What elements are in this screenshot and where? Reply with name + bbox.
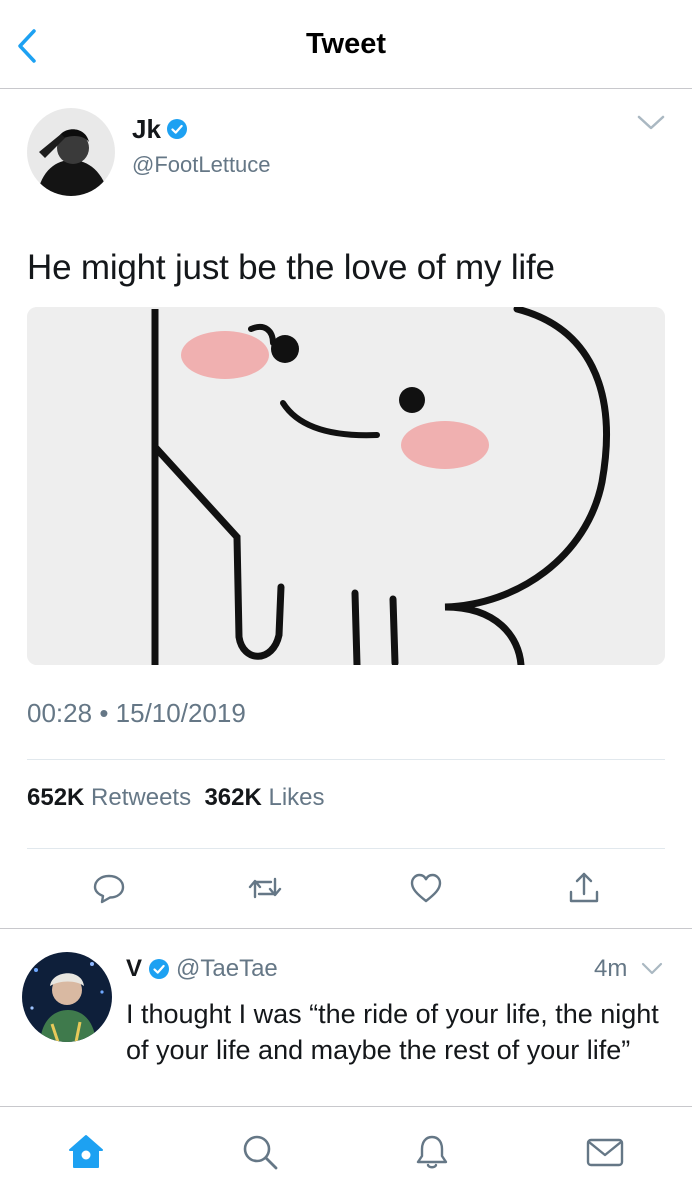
tweet-media-image[interactable] [27, 307, 665, 665]
tweet-stats: 652K Retweets 362K Likes [27, 784, 325, 812]
retweets-count: 652K [27, 784, 85, 811]
author-handle[interactable]: @FootLettuce [132, 152, 271, 178]
reply-header: V @TaeTae [126, 953, 278, 985]
nav-bar: Tweet [0, 0, 692, 89]
section-separator [0, 928, 692, 929]
tweet-text: He might just be the love of my life [27, 248, 555, 287]
likes-count: 362K [204, 784, 262, 811]
retweets-label: Retweets [91, 784, 192, 811]
divider [27, 848, 665, 849]
likes-stat[interactable]: 362K Likes [204, 784, 324, 811]
search-icon [243, 1135, 278, 1170]
page-title: Tweet [305, 28, 387, 60]
tweet-time: 00:28 [27, 698, 93, 728]
retweets-stat[interactable]: 652K Retweets [27, 784, 191, 811]
tweet-options-button[interactable] [636, 112, 666, 134]
likes-label: Likes [268, 784, 325, 811]
retweet-button[interactable] [247, 870, 283, 906]
reply-author-name[interactable]: V [126, 955, 142, 983]
chevron-down-icon [641, 962, 663, 975]
messages-icon [586, 1138, 624, 1167]
tab-messages[interactable] [585, 1132, 625, 1172]
home-icon [69, 1135, 103, 1168]
reply-icon [93, 874, 125, 904]
author-name-row: Jk [132, 112, 188, 146]
tab-search[interactable] [240, 1132, 280, 1172]
tab-home[interactable] [66, 1132, 106, 1172]
share-icon [569, 872, 599, 903]
chevron-down-icon [637, 115, 665, 130]
verified-badge-icon [149, 959, 170, 979]
share-button[interactable] [566, 870, 602, 906]
retweet-icon [248, 877, 282, 899]
tweet-timestamp: 00:28 • 15/10/2019 [27, 698, 246, 729]
timestamp-separator: • [99, 698, 109, 728]
tweet-date: 15/10/2019 [115, 698, 246, 728]
reply-author-avatar[interactable] [22, 952, 112, 1042]
reply-options-button[interactable] [640, 960, 664, 978]
reply-button[interactable] [91, 870, 127, 906]
notifications-icon [416, 1135, 448, 1169]
author-avatar[interactable] [27, 108, 115, 196]
reply-time: 4m [594, 955, 628, 982]
like-button[interactable] [408, 870, 444, 906]
divider [27, 759, 665, 760]
tab-notifications[interactable] [412, 1132, 452, 1172]
verified-badge-icon [166, 119, 187, 139]
reply-text: I thought I was “the ride of your life, … [126, 999, 659, 1065]
reply-author-handle[interactable]: @TaeTae [176, 955, 278, 983]
author-name[interactable]: Jk [132, 114, 161, 145]
like-icon [410, 873, 442, 903]
